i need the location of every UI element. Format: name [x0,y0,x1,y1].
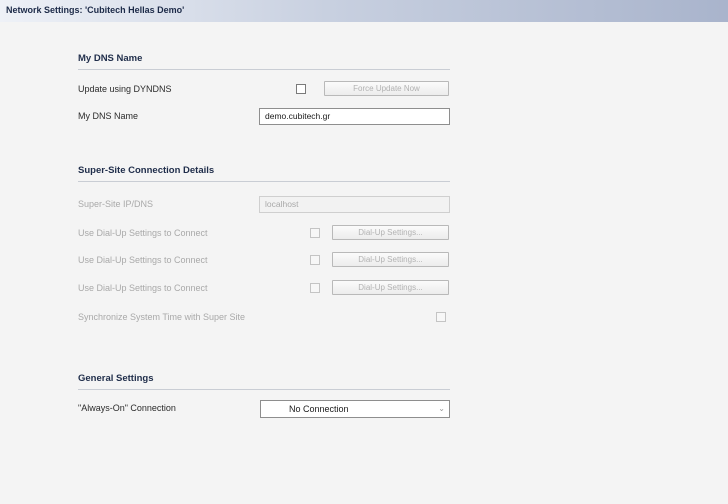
sync-time-row: Synchronize System Time with Super Site [78,309,450,331]
always-on-label: "Always-On" Connection [78,403,176,413]
dialup-settings-button[interactable]: Dial-Up Settings... [332,280,449,295]
sync-time-label: Synchronize System Time with Super Site [78,312,246,322]
dns-name-label: My DNS Name [78,111,139,121]
dns-section-header: My DNS Name [78,52,450,70]
dialup-checkbox[interactable] [310,255,320,265]
always-on-select[interactable]: No Connection ⌄ [260,400,450,418]
section-divider [78,389,450,390]
dialup-checkbox[interactable] [310,228,320,238]
update-dyndns-checkbox[interactable] [296,84,306,94]
supersite-section-header: Super-Site Connection Details [78,164,450,182]
general-section-header: General Settings [78,372,450,390]
update-dyndns-label: Update using DYNDNS [78,84,172,94]
sync-time-checkbox[interactable] [436,312,446,322]
dialup-settings-button[interactable]: Dial-Up Settings... [332,252,449,267]
always-on-value: No Connection [289,404,349,414]
dns-name-row: My DNS Name demo.cubitech.gr [78,108,450,130]
update-dyndns-row: Update using DYNDNS Force Update Now [78,81,450,103]
dialup-label: Use Dial-Up Settings to Connect [78,255,208,265]
supersite-ip-label: Super-Site IP/DNS [78,199,154,209]
section-divider [78,181,450,182]
supersite-ip-input[interactable]: localhost [259,196,450,213]
chevron-down-icon: ⌄ [438,404,445,413]
general-section-title: General Settings [78,373,154,384]
dialup-label: Use Dial-Up Settings to Connect [78,283,208,293]
section-divider [78,69,450,70]
supersite-section-title: Super-Site Connection Details [78,165,215,176]
dialup-label: Use Dial-Up Settings to Connect [78,228,208,238]
dialup-row-2: Use Dial-Up Settings to Connect Dial-Up … [78,252,450,274]
dialup-row-1: Use Dial-Up Settings to Connect Dial-Up … [78,225,450,247]
window-title-bar: Network Settings: 'Cubitech Hellas Demo' [0,0,728,22]
window-title: Network Settings: 'Cubitech Hellas Demo' [6,5,185,15]
force-update-button[interactable]: Force Update Now [324,81,449,96]
dns-name-input[interactable]: demo.cubitech.gr [259,108,450,125]
dns-section-title: My DNS Name [78,53,143,64]
dialup-settings-button[interactable]: Dial-Up Settings... [332,225,449,240]
dialup-row-3: Use Dial-Up Settings to Connect Dial-Up … [78,280,450,302]
dialup-checkbox[interactable] [310,283,320,293]
supersite-ip-row: Super-Site IP/DNS localhost [78,196,450,218]
always-on-row: "Always-On" Connection No Connection ⌄ [78,400,450,422]
